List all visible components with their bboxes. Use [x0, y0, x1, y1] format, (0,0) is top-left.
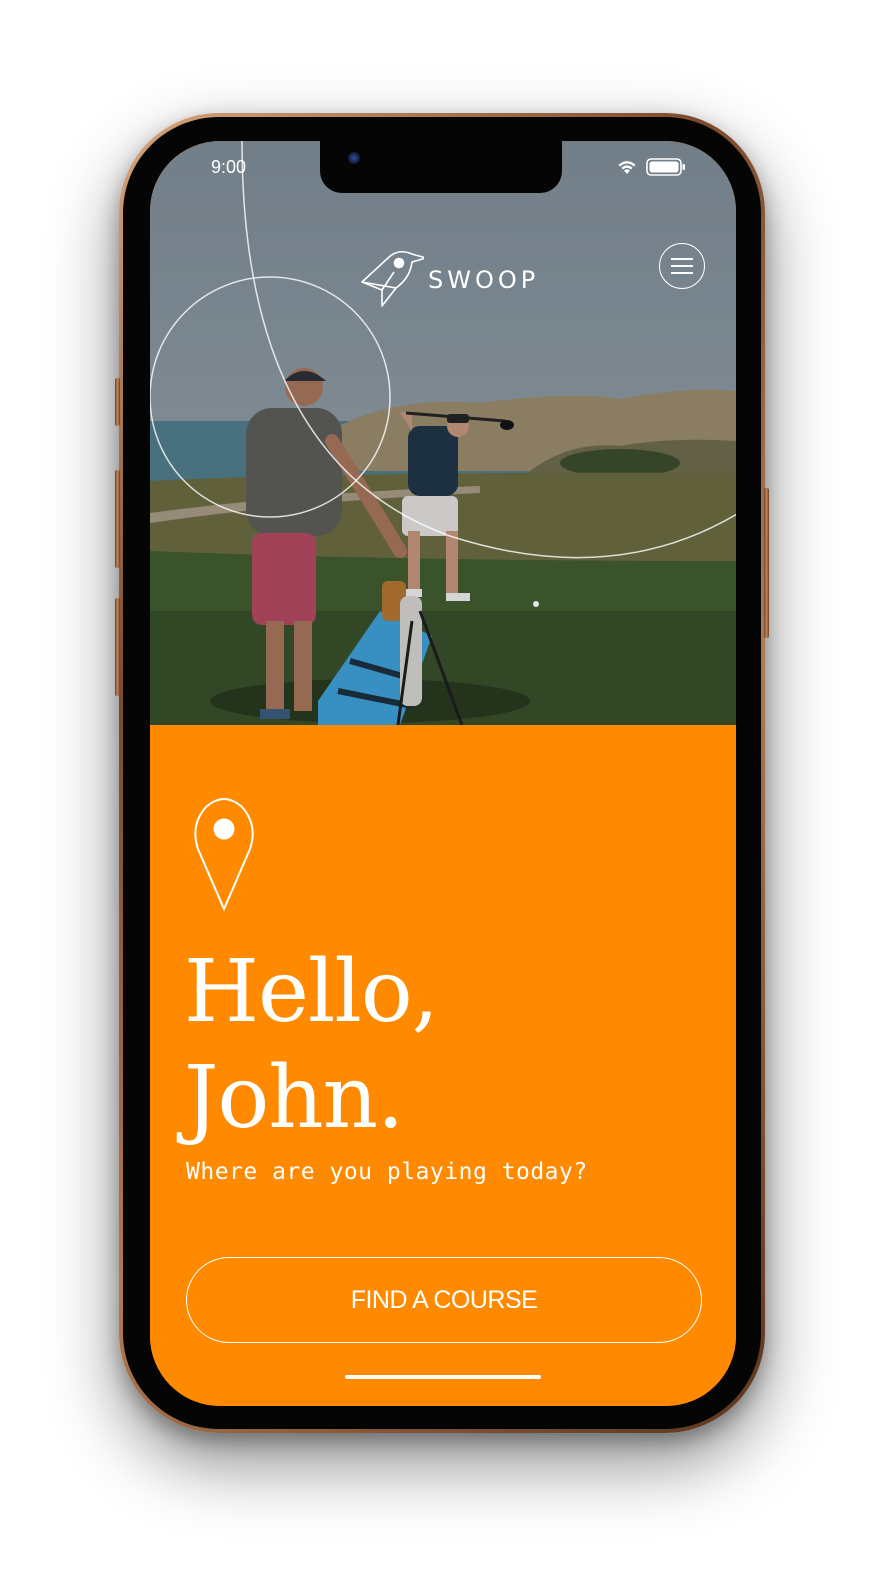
hamburger-menu-button[interactable]	[659, 243, 705, 289]
logo-text: SWOOP	[428, 265, 540, 294]
find-course-button[interactable]: FIND A COURSE	[186, 1257, 702, 1343]
mockup-stage: 9:00 SWOOP Hello, John. Where are you pl…	[0, 0, 884, 1572]
volume-up-button	[115, 470, 120, 568]
swoop-bird-icon	[358, 244, 427, 315]
home-indicator[interactable]	[345, 1375, 541, 1379]
status-icons	[616, 158, 686, 176]
greeting-heading: Hello, John.	[184, 939, 439, 1151]
hamburger-menu-icon-line-3	[671, 272, 693, 274]
phone-screen: 9:00 SWOOP Hello, John. Where are you pl…	[150, 141, 736, 1406]
silent-switch	[115, 378, 120, 426]
greeting-panel: Hello, John. Where are you playing today…	[150, 725, 736, 1406]
volume-down-button	[115, 598, 120, 696]
greeting-subtitle: Where are you playing today?	[186, 1159, 588, 1185]
hamburger-menu-icon-line-2	[671, 265, 693, 267]
front-camera	[348, 152, 360, 164]
battery-icon	[646, 158, 686, 176]
greeting-line-1: Hello,	[184, 942, 439, 1042]
hamburger-menu-icon-line-1	[671, 258, 693, 260]
power-button	[764, 488, 769, 638]
status-time: 9:00	[211, 157, 247, 177]
notch	[320, 141, 562, 193]
map-pin-icon	[192, 795, 256, 920]
wifi-icon	[616, 159, 638, 175]
hero-photo	[150, 141, 736, 725]
greeting-line-2: John.	[184, 1048, 404, 1148]
golfers-on-course-photo	[150, 141, 736, 725]
swoop-logo[interactable]: SWOOP	[358, 244, 539, 315]
